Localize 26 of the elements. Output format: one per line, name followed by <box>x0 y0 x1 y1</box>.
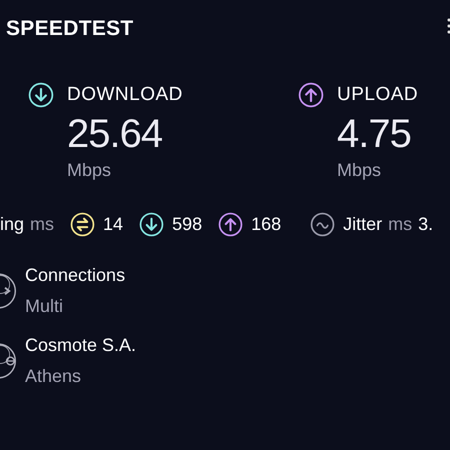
unit-label: ms <box>388 214 412 234</box>
ping-label: ing <box>0 214 24 234</box>
wave-icon <box>310 212 336 236</box>
latency-value: 598 <box>172 214 202 234</box>
result-label: DOWNLOAD <box>67 84 183 106</box>
upload-icon <box>298 82 324 108</box>
jitter-label: Jitter <box>343 214 382 234</box>
download-icon <box>139 212 164 236</box>
speed-value: 25.64 <box>67 112 164 156</box>
upload-icon <box>218 212 244 236</box>
detail-title: Connections <box>25 265 126 286</box>
unit-label: ms <box>30 214 54 234</box>
download-icon <box>28 82 54 108</box>
jitter-value: 3. <box>418 214 434 234</box>
detail-subtitle: Multi <box>25 296 64 317</box>
detail-title: Cosmote S.A. <box>25 335 136 356</box>
unit-label: Mbps <box>337 160 382 181</box>
detail-subtitle: Athens <box>25 366 82 387</box>
unit-label: Mbps <box>67 160 112 181</box>
latency-value: 14 <box>103 214 124 234</box>
swap-arrows-icon <box>70 212 96 236</box>
speed-value: 4.75 <box>337 112 412 156</box>
menu-icon[interactable] <box>446 17 450 35</box>
result-label: UPLOAD <box>337 84 418 106</box>
app-title: SPEEDTEST <box>6 17 134 41</box>
latency-value: 168 <box>251 214 282 234</box>
